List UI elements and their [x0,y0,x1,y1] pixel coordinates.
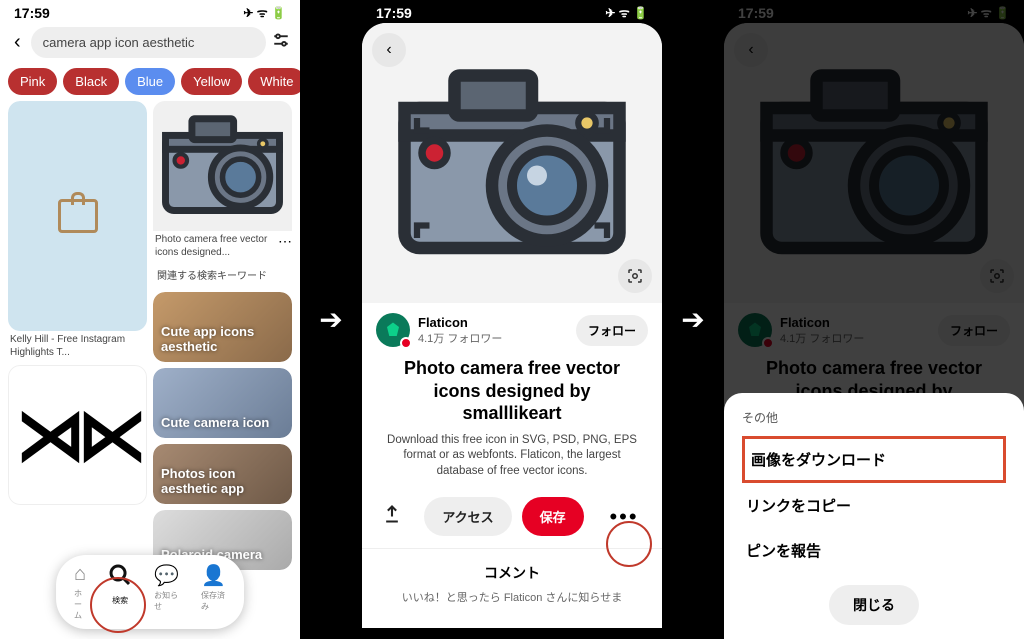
related-cute-camera-icon[interactable]: Cute camera icon [153,368,292,438]
sheet-download-image[interactable]: 画像をダウンロード [742,436,1006,483]
author-avatar[interactable] [376,313,410,347]
pin-image-area: ‹ [362,23,662,303]
suitcase-icon [58,199,98,233]
clock: 17:59 [376,5,412,21]
back-button[interactable]: ‹ [372,33,406,67]
person-icon: 👤 [201,563,226,588]
search-icon [108,563,132,593]
author-name[interactable]: Flaticon [418,315,568,330]
arrow-1: ➔ [300,0,362,639]
status-bar: 17:59 ✈ ᯤ 🔋 [0,0,300,23]
follow-button[interactable]: フォロー [576,315,648,346]
visual-search-button[interactable] [618,259,652,293]
chip-white[interactable]: White [248,68,300,95]
search-input[interactable]: camera app icon aesthetic [31,27,266,58]
related-cute-app-icons[interactable]: Cute app icons aesthetic [153,292,292,362]
status-icons: ✈ ᯤ 🔋 [243,4,286,21]
comments-prompt: いいね！と思ったら Flaticon さんに知らせま [362,589,662,605]
pin-caption: Photo camera free vector icons designed.… [153,231,274,259]
author-followers: 4.1万 フォロワー [418,330,568,346]
back-button: ‹ [734,33,768,67]
pin-camera[interactable]: Photo camera free vector icons designed.… [153,101,292,259]
back-icon[interactable]: ‹ [10,31,25,54]
nav-home[interactable]: ⌂ ホーム [74,563,86,621]
pin-grid: Kelly Hill - Free Instagram Highlights T… [0,101,300,570]
related-photos-icon[interactable]: Photos icon aesthetic app [153,444,292,504]
pin-description: Download this free icon in SVG, PSD, PNG… [362,433,662,490]
action-row: アクセス 保存 ••• [362,489,662,549]
filter-chips: Pink Black Blue Yellow White Pu [0,62,300,101]
pin-title: Photo camera free vector icons designed … [362,353,662,433]
action-sheet: その他 画像をダウンロード リンクをコピー ピンを報告 閉じる [724,393,1024,639]
nav-notifications[interactable]: 💬 お知らせ [154,563,179,621]
save-button[interactable]: 保存 [522,497,584,536]
more-options-button[interactable]: ••• [606,504,642,530]
chip-black[interactable]: Black [63,68,119,95]
author-row: Flaticon 4.1万 フォロワー フォロー [362,303,662,353]
nav-search[interactable]: 検索 [108,563,132,621]
camera-icon-large [387,58,637,268]
sheet-close-button[interactable]: 閉じる [829,585,919,625]
visual-search-button [980,259,1014,293]
home-icon: ⌂ [74,563,86,586]
status-bar: 17:59 ✈ ᯤ 🔋 [724,0,1024,23]
sheet-copy-link[interactable]: リンクをコピー [742,483,1006,528]
screen-pin-detail: 17:59 ✈ ᯤ 🔋 [362,0,662,639]
chat-icon: 💬 [154,563,179,588]
bottom-nav: ⌂ ホーム 検索 💬 お知らせ 👤 保存済み [56,555,244,629]
sheet-section-title: その他 [742,409,1006,426]
pin-caption: Kelly Hill - Free Instagram Highlights T… [8,331,147,359]
nav-saved[interactable]: 👤 保存済み [201,563,226,621]
camera-icon-large [749,58,999,268]
pin-more-icon[interactable]: ⋯ [278,231,292,250]
author-avatar [738,313,772,347]
clock: 17:59 [738,5,774,21]
chip-pink[interactable]: Pink [8,68,57,95]
chip-yellow[interactable]: Yellow [181,68,242,95]
sheet-report-pin[interactable]: ピンを報告 [742,528,1006,573]
screen-action-sheet: 17:59 ✈ ᯤ 🔋 [724,0,1024,639]
status-bar: 17:59 ✈ ᯤ 🔋 [362,0,662,23]
share-icon[interactable] [382,504,402,529]
status-icons: ✈ ᯤ 🔋 [605,4,648,21]
capcut-icon: ⋊⋉ [16,394,140,476]
related-searches-label: 関連する検索キーワード [153,265,292,286]
chip-blue[interactable]: Blue [125,68,175,95]
verified-badge-icon [400,337,412,349]
status-icons: ✈ ᯤ 🔋 [967,4,1010,21]
pin-capcut[interactable]: ⋊⋉ [8,365,147,505]
arrow-2: ➔ [662,0,724,639]
camera-icon [153,101,292,231]
filter-icon[interactable] [272,31,290,54]
comments-header: コメント [362,549,662,589]
search-row: ‹ camera app icon aesthetic [0,23,300,62]
clock: 17:59 [14,5,50,21]
screen-search-results: 17:59 ✈ ᯤ 🔋 ‹ camera app icon aesthetic … [0,0,300,639]
pin-suitcase[interactable]: Kelly Hill - Free Instagram Highlights T… [8,101,147,359]
access-button[interactable]: アクセス [424,497,511,536]
